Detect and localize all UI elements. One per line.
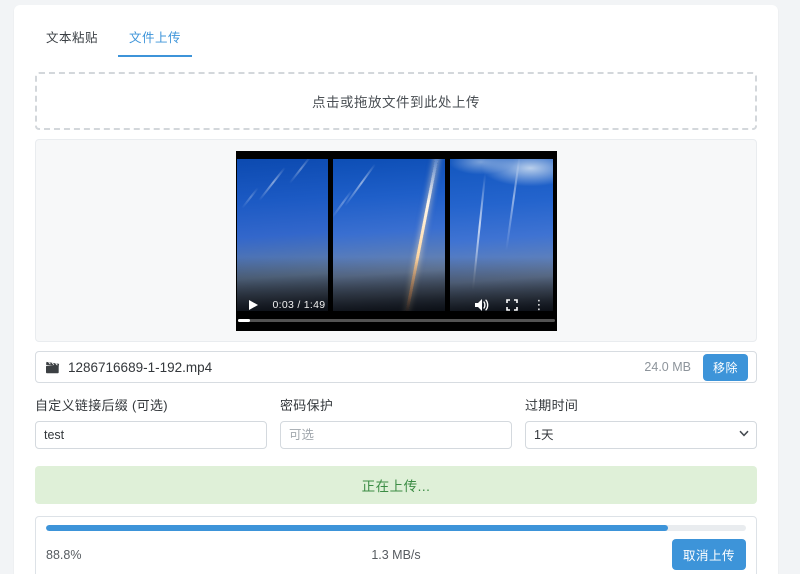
film-icon (46, 361, 60, 374)
upload-status-text: 正在上传... (362, 479, 431, 494)
expiry-label: 过期时间 (525, 395, 757, 414)
file-name: 1286716689-1-192.mp4 (68, 360, 212, 375)
video-frame-panel-center (333, 159, 445, 311)
remove-file-button[interactable]: 移除 (703, 354, 748, 381)
field-password: 密码保护 (280, 395, 512, 449)
video-player[interactable]: 0:03 / 1:49 ⋮ (236, 151, 557, 331)
options-form: 自定义链接后缀 (可选) 密码保护 过期时间 1天 (35, 395, 757, 449)
video-time: 0:03 / 1:49 (273, 299, 326, 311)
video-seekbar[interactable] (238, 319, 555, 322)
video-controls: 0:03 / 1:49 ⋮ (249, 297, 546, 313)
expiry-select[interactable]: 1天 (525, 421, 757, 449)
upload-card: 文本粘贴 文件上传 点击或拖放文件到此处上传 0:03 / 1:49 (14, 5, 778, 574)
video-frame (237, 159, 553, 311)
cancel-upload-button[interactable]: 取消上传 (672, 539, 746, 570)
upload-progress-panel: 88.8% 1.3 MB/s 取消上传 (35, 516, 757, 574)
more-options-icon[interactable]: ⋮ (533, 298, 546, 311)
play-icon[interactable] (249, 300, 258, 310)
upload-speed: 1.3 MB/s (371, 548, 420, 562)
video-seekbar-fill (238, 319, 251, 322)
field-expiry: 过期时间 1天 (525, 395, 757, 449)
video-preview-container: 0:03 / 1:49 ⋮ (35, 139, 757, 342)
field-link-suffix: 自定义链接后缀 (可选) (35, 395, 267, 449)
progress-bar-track (46, 525, 746, 531)
file-row: 1286716689-1-192.mp4 24.0 MB 移除 (35, 351, 757, 383)
progress-bar-fill (46, 525, 668, 531)
upload-status-banner: 正在上传... (35, 466, 757, 504)
video-frame-panel-right (450, 159, 553, 311)
video-frame-panel-left (237, 159, 328, 311)
tab-bar: 文本粘贴 文件上传 (35, 19, 757, 57)
volume-icon[interactable] (475, 299, 489, 311)
file-size: 24.0 MB (644, 360, 691, 374)
password-label: 密码保护 (280, 395, 512, 414)
file-dropzone[interactable]: 点击或拖放文件到此处上传 (35, 72, 757, 130)
tab-file-upload[interactable]: 文件上传 (118, 19, 192, 57)
tab-text-paste[interactable]: 文本粘贴 (35, 19, 109, 57)
progress-percent: 88.8% (46, 548, 371, 562)
dropzone-text: 点击或拖放文件到此处上传 (312, 91, 480, 111)
fullscreen-icon[interactable] (506, 299, 518, 311)
link-suffix-label: 自定义链接后缀 (可选) (35, 395, 267, 414)
link-suffix-input[interactable] (35, 421, 267, 449)
password-input[interactable] (280, 421, 512, 449)
